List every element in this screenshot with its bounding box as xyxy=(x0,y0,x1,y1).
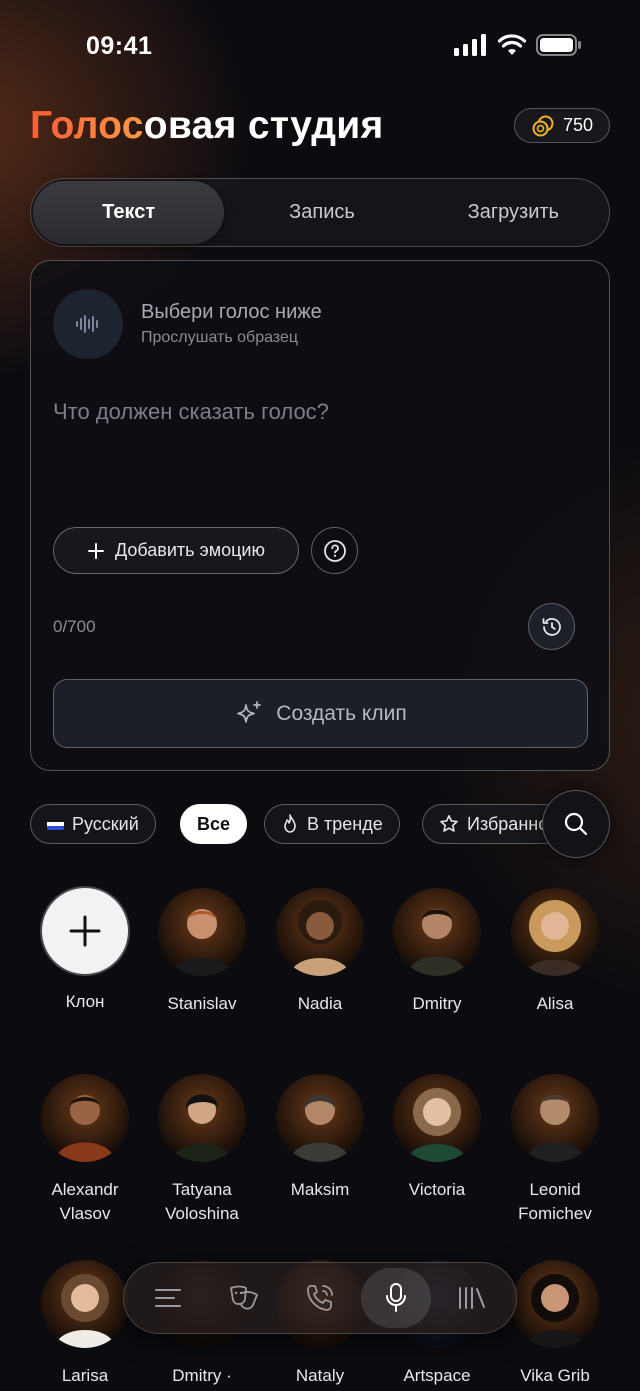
avatar xyxy=(511,1260,599,1348)
add-emotion-label: Добавить эмоцию xyxy=(115,540,265,560)
language-filter-chip[interactable]: Русский xyxy=(30,804,156,844)
voice-item[interactable]: Tatyana Voloshina xyxy=(143,1074,261,1226)
voice-item[interactable]: Leonid Fomichev xyxy=(496,1074,614,1226)
search-icon xyxy=(564,812,588,836)
voice-title: Выбери голос ниже xyxy=(141,301,322,323)
create-clip-label: Создать клип xyxy=(276,701,407,725)
voice-item[interactable]: Maksim xyxy=(261,1074,379,1202)
russian-flag-icon xyxy=(47,818,64,830)
plus-icon xyxy=(69,915,101,947)
voice-name: Stanislav xyxy=(167,994,237,1013)
sparkles-icon xyxy=(237,700,262,723)
voice-name: Tatyana Voloshina xyxy=(165,1180,239,1223)
theater-masks-icon xyxy=(230,1285,258,1310)
clone-avatar xyxy=(42,888,128,974)
filter-chips: Русский Все В тренде Избранное xyxy=(30,804,570,844)
status-time: 09:41 xyxy=(86,32,153,60)
trending-filter-chip[interactable]: В тренде xyxy=(264,804,400,844)
help-button[interactable] xyxy=(311,527,358,574)
avatar xyxy=(276,888,364,976)
menu-icon xyxy=(155,1289,181,1307)
bottom-nav xyxy=(123,1262,517,1334)
voice-name: Dmitry xyxy=(412,994,462,1013)
voice-item[interactable]: Dmitry xyxy=(378,888,496,1016)
avatar xyxy=(393,1074,481,1162)
text-composer: Выбери голос ниже Прослушать образец Что… xyxy=(30,260,610,771)
avatar xyxy=(158,1074,246,1162)
voice-name: Alexandr Vlasov xyxy=(51,1180,119,1223)
selected-voice-avatar[interactable] xyxy=(53,289,123,359)
character-counter: 0/700 xyxy=(53,617,96,636)
status-bar: 09:41 xyxy=(0,0,640,96)
nav-menu[interactable] xyxy=(133,1268,203,1328)
tab-text[interactable]: Текст xyxy=(33,181,225,244)
language-filter-label: Русский xyxy=(72,813,139,834)
nav-library[interactable] xyxy=(437,1268,507,1328)
create-clip-button[interactable]: Создать клип xyxy=(53,679,588,748)
all-filter-chip[interactable]: Все xyxy=(180,804,248,844)
voice-name: Nadia xyxy=(297,994,343,1013)
nav-emotions[interactable] xyxy=(209,1268,279,1328)
flame-icon xyxy=(284,814,296,833)
voice-name: Клон xyxy=(65,992,105,1011)
question-icon xyxy=(323,539,346,562)
voice-name: Maksim xyxy=(290,1180,350,1199)
trending-filter-label: В тренде xyxy=(307,813,383,834)
library-icon xyxy=(459,1287,485,1309)
search-button[interactable] xyxy=(542,790,610,858)
mode-tabs: Текст Запись Загрузить xyxy=(30,178,610,247)
status-icons xyxy=(454,34,582,56)
voice-item[interactable]: Larisa xyxy=(26,1260,144,1388)
wifi-icon xyxy=(498,34,526,55)
voice-name: Leonid Fomichev xyxy=(518,1180,592,1223)
voice-item[interactable]: Vika Grib xyxy=(496,1260,614,1388)
avatar xyxy=(41,1074,129,1162)
voice-item[interactable]: Nadia xyxy=(261,888,379,1016)
voice-clone[interactable]: Клон xyxy=(26,888,144,1014)
plus-icon xyxy=(88,542,104,559)
avatar xyxy=(511,888,599,976)
page-title-accent: Голос xyxy=(30,104,144,147)
coins-count: 750 xyxy=(562,115,594,135)
text-input[interactable]: Что должен сказать голос? xyxy=(53,399,329,425)
voice-name: Artspace xyxy=(403,1366,471,1385)
avatar xyxy=(41,1260,129,1348)
nav-calls[interactable] xyxy=(285,1268,355,1328)
voice-name: Vika Grib xyxy=(520,1366,590,1385)
cellular-signal-icon xyxy=(454,34,486,56)
coins-icon xyxy=(532,115,554,136)
add-emotion-button[interactable]: Добавить эмоцию xyxy=(53,527,299,574)
tab-record[interactable]: Запись xyxy=(226,179,417,246)
avatar xyxy=(511,1074,599,1162)
microphone-icon xyxy=(386,1283,406,1312)
voice-item[interactable]: Victoria xyxy=(378,1074,496,1202)
voice-name: Alisa xyxy=(536,994,574,1013)
tab-upload[interactable]: Загрузить xyxy=(418,179,609,246)
voice-name: Victoria xyxy=(408,1180,466,1199)
history-icon xyxy=(542,617,561,636)
waveform-icon xyxy=(76,315,98,333)
all-filter-label: Все xyxy=(197,813,231,834)
voice-name: Dmitry · xyxy=(172,1366,232,1385)
avatar xyxy=(276,1074,364,1162)
history-button[interactable] xyxy=(528,603,575,650)
avatar xyxy=(393,888,481,976)
page-title-rest: овая студия xyxy=(143,104,384,147)
voice-item[interactable]: Alexandr Vlasov xyxy=(26,1074,144,1226)
voice-name: Nataly xyxy=(295,1366,345,1385)
voice-name: Larisa xyxy=(61,1366,109,1385)
star-icon xyxy=(440,815,458,832)
coins-balance-button[interactable]: 750 xyxy=(514,108,610,143)
voice-item[interactable]: Alisa xyxy=(496,888,614,1016)
page-title: Голосовая студия xyxy=(30,104,384,148)
battery-icon xyxy=(536,34,581,56)
phone-call-icon xyxy=(307,1285,333,1311)
avatar xyxy=(158,888,246,976)
nav-voice-studio[interactable] xyxy=(361,1268,431,1328)
voice-item[interactable]: Stanislav xyxy=(143,888,261,1016)
voice-preview-link[interactable]: Прослушать образец xyxy=(141,329,298,347)
